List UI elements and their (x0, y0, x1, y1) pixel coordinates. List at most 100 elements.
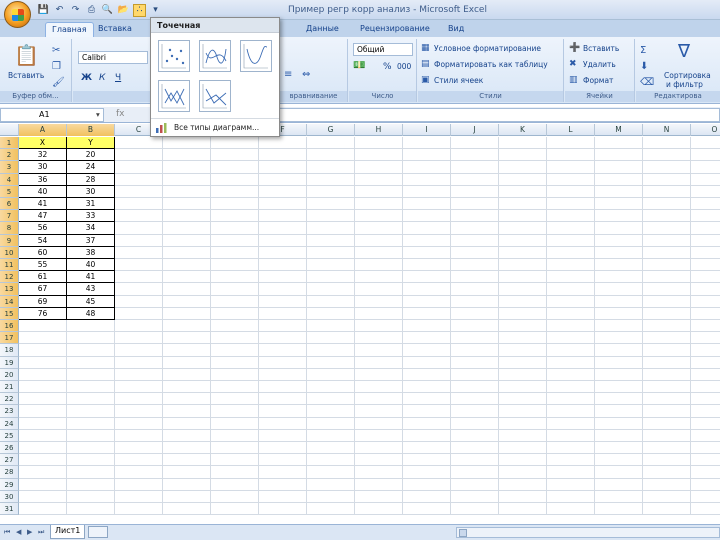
cell[interactable] (691, 466, 720, 479)
sort-button[interactable]: Сортировка (664, 71, 711, 80)
cell[interactable] (307, 271, 355, 284)
cell[interactable] (643, 393, 691, 406)
delete-cells-icon[interactable]: ✖ (569, 59, 577, 69)
cell[interactable] (643, 503, 691, 516)
cell[interactable] (115, 137, 163, 150)
cell[interactable] (259, 173, 307, 186)
cell[interactable] (547, 442, 595, 455)
cell[interactable] (67, 429, 115, 442)
cell[interactable] (499, 295, 547, 308)
scrollbar-thumb[interactable] (459, 529, 467, 537)
cell[interactable] (259, 271, 307, 284)
cell[interactable] (595, 344, 643, 357)
cell[interactable] (547, 283, 595, 296)
table-cell[interactable]: 37 (67, 234, 115, 247)
cell[interactable] (643, 405, 691, 418)
cell[interactable] (643, 295, 691, 308)
cell[interactable] (307, 234, 355, 247)
cell[interactable] (355, 137, 403, 150)
office-button[interactable] (4, 1, 31, 28)
cell[interactable] (547, 173, 595, 186)
cell[interactable] (307, 149, 355, 162)
cell[interactable] (643, 454, 691, 467)
cell[interactable] (307, 332, 355, 345)
all-chart-types-option[interactable]: Все типы диаграмм... (151, 118, 279, 136)
cell[interactable] (403, 503, 451, 516)
cut-icon[interactable]: ✂ (52, 45, 60, 56)
scatter-straight-markers-option[interactable] (158, 80, 190, 112)
format-cells-icon[interactable]: ▥ (569, 75, 578, 85)
table-cell[interactable]: 56 (19, 222, 67, 235)
cell[interactable] (19, 405, 67, 418)
tab-home[interactable]: Главная (45, 22, 94, 37)
cell[interactable] (307, 356, 355, 369)
cell[interactable] (307, 210, 355, 223)
cell[interactable] (499, 490, 547, 503)
cell[interactable] (691, 308, 720, 320)
cell[interactable] (499, 478, 547, 491)
cell[interactable] (403, 185, 451, 198)
cell[interactable] (691, 381, 720, 394)
cell[interactable] (19, 466, 67, 479)
cell[interactable] (547, 454, 595, 467)
cell[interactable] (115, 307, 163, 320)
cell[interactable] (547, 149, 595, 162)
cell[interactable] (115, 295, 163, 308)
column-header-n[interactable]: N (643, 124, 691, 136)
column-header-h[interactable]: H (355, 124, 403, 136)
row-header[interactable]: 31 (0, 503, 19, 516)
row-header[interactable]: 8 (0, 222, 19, 235)
table-header-cell[interactable]: Y (67, 137, 115, 150)
scatter-smooth-markers-option[interactable] (199, 40, 231, 72)
table-cell[interactable]: 43 (67, 283, 115, 296)
column-header-j[interactable]: J (451, 124, 499, 136)
cell[interactable] (643, 381, 691, 394)
row-header[interactable]: 2 (0, 149, 19, 162)
cell[interactable] (115, 368, 163, 381)
cell[interactable] (403, 405, 451, 418)
cell[interactable] (19, 368, 67, 381)
cell[interactable] (643, 429, 691, 442)
cell[interactable] (547, 271, 595, 284)
last-sheet-icon[interactable]: ⏭ (38, 528, 44, 537)
cell[interactable] (259, 442, 307, 455)
cell[interactable] (691, 320, 720, 333)
cell[interactable] (211, 271, 259, 284)
cell[interactable] (595, 490, 643, 503)
sheet-tab[interactable]: Лист1 (50, 525, 86, 539)
cell[interactable] (595, 381, 643, 394)
horizontal-scrollbar[interactable] (456, 527, 720, 538)
row-header[interactable]: 28 (0, 466, 19, 479)
row-header[interactable]: 30 (0, 490, 19, 503)
name-box[interactable]: A1 (0, 108, 104, 122)
paste-icon[interactable]: 📋 (14, 43, 39, 67)
cell[interactable] (115, 246, 163, 259)
cell[interactable] (163, 295, 211, 308)
cell[interactable] (307, 478, 355, 491)
row-header[interactable]: 17 (0, 332, 19, 345)
cell[interactable] (499, 356, 547, 369)
cell[interactable] (691, 503, 720, 516)
cell[interactable] (19, 503, 67, 516)
row-header[interactable]: 12 (0, 271, 19, 284)
cell[interactable] (259, 503, 307, 516)
cell[interactable] (499, 149, 547, 162)
cell[interactable] (499, 161, 547, 174)
row-header[interactable]: 26 (0, 442, 19, 455)
paste-button[interactable]: Вставить (8, 71, 44, 80)
select-all-corner[interactable] (0, 124, 19, 136)
cell[interactable] (691, 418, 720, 430)
cell[interactable] (211, 295, 259, 308)
cell[interactable] (259, 210, 307, 223)
cell[interactable] (259, 466, 307, 479)
table-cell[interactable]: 67 (19, 283, 67, 296)
cell[interactable] (499, 405, 547, 418)
prev-sheet-icon[interactable]: ◀ (16, 528, 21, 536)
cell[interactable] (691, 393, 720, 406)
cell[interactable] (355, 295, 403, 308)
cell[interactable] (163, 283, 211, 296)
cell[interactable] (259, 307, 307, 320)
cell[interactable] (355, 478, 403, 491)
cell[interactable] (691, 344, 720, 357)
cell[interactable] (307, 429, 355, 442)
